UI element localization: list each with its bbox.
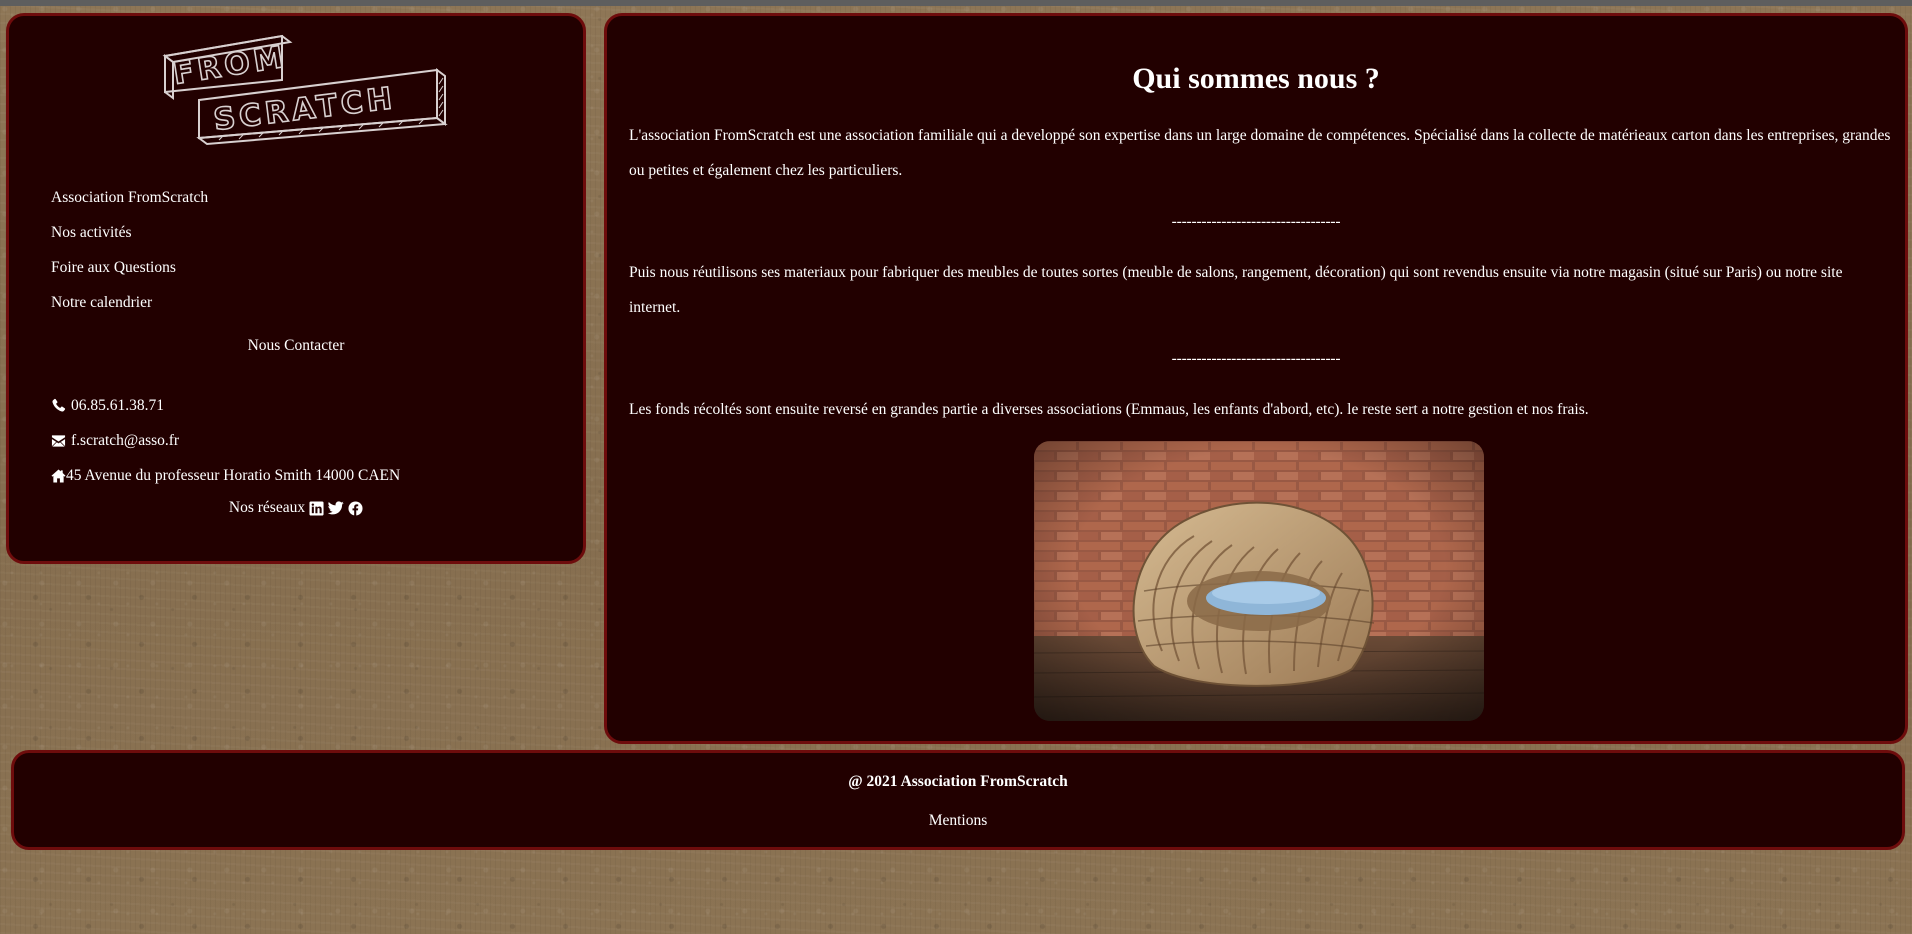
fromscratch-logo[interactable]: FROM SCRATCH [159,34,449,146]
separator: ---------------------------------- [1171,350,1341,367]
contact-address: 45 Avenue du professeur Horatio Smith 14… [51,458,400,493]
envelope-icon [51,434,66,447]
page-title: Qui sommes nous ? [1132,62,1380,95]
social-links: Nos réseaux [9,499,583,517]
postal-address: 45 Avenue du professeur Horatio Smith 14… [66,467,401,484]
cardboard-armchair-photo [1034,441,1484,721]
logo-text-from: FROM [171,39,290,92]
facebook-icon[interactable] [348,500,363,516]
phone-number: 06.85.61.38.71 [71,397,164,414]
reuse-paragraph: Puis nous réutilisons ses materiaux pour… [629,264,1843,316]
contact-heading: Nous Contacter [247,337,345,354]
linkedin-icon[interactable] [309,500,324,516]
nav-item-activites[interactable]: Nos activités [51,215,208,250]
nav-item-calendrier[interactable]: Notre calendrier [51,285,208,320]
social-label: Nos réseaux [228,499,306,516]
nav-item-faq[interactable]: Foire aux Questions [51,250,208,285]
funds-paragraph: Les fonds récoltés sont ensuite reversé … [629,401,1589,418]
mentions-link[interactable]: Mentions [14,812,1902,830]
browser-top-strip [0,0,1912,6]
nav-item-association[interactable]: Association FromScratch [51,180,208,215]
twitter-icon[interactable] [328,501,344,515]
contact-email: f.scratch@asso.fr [51,423,400,458]
home-icon [51,468,66,483]
email-address: f.scratch@asso.fr [71,432,180,449]
copyright-text: @ 2021 Association FromScratch [848,773,1068,790]
contact-phone: 06.85.61.38.71 [51,388,400,423]
footer-panel: @ 2021 Association FromScratch Mentions [11,750,1905,850]
contact-list: 06.85.61.38.71 f.scratch@asso.fr 45 Aven… [51,388,400,493]
separator: ---------------------------------- [1171,213,1341,230]
sidebar-nav: Association FromScratch Nos activités Fo… [51,180,208,320]
sidebar-panel: FROM SCRATCH Association FromScratch Nos… [6,13,586,564]
phone-icon [52,398,66,412]
main-panel: Qui sommes nous ? L'association FromScra… [604,13,1908,744]
intro-paragraph: L'association FromScratch est une associ… [629,127,1891,179]
